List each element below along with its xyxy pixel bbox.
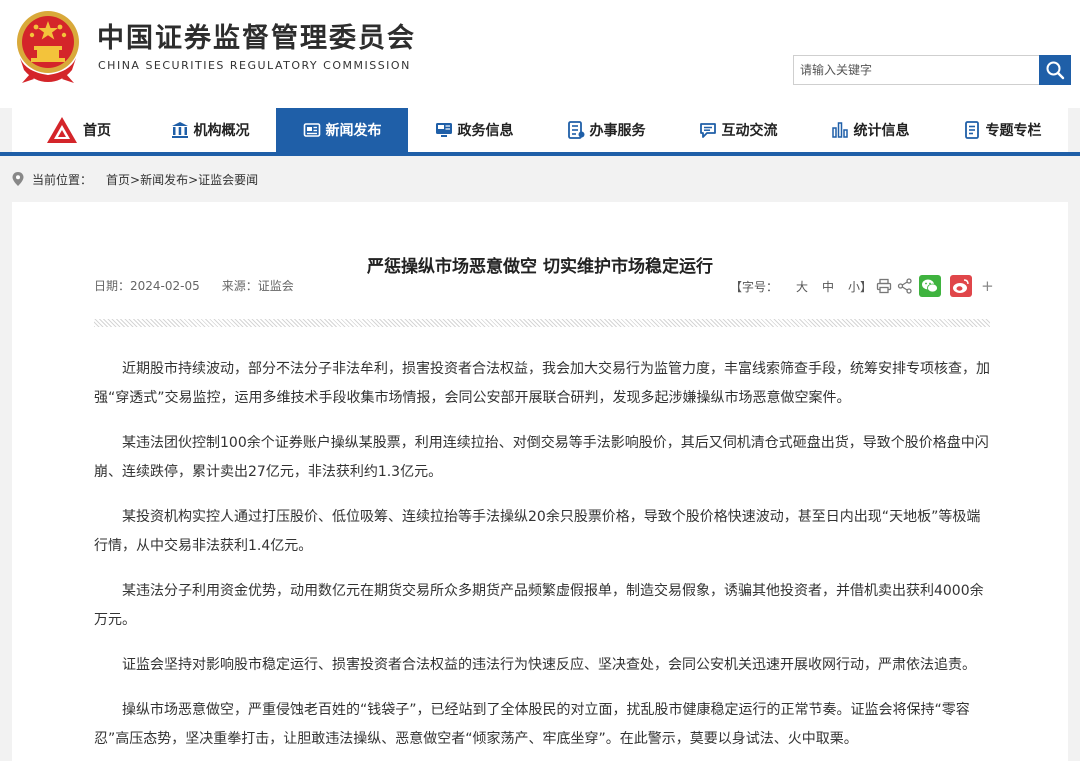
font-medium-button[interactable]: 中 xyxy=(822,278,834,295)
article-paragraph: 某违法分子利用资金优势，动用数亿元在期货交易所众多期货产品频繁虚假报单，制造交易… xyxy=(94,583,984,628)
breadcrumb-trail[interactable]: 首页>新闻发布>证监会要闻 xyxy=(106,171,258,188)
nav-item-statistics[interactable]: 统计信息 xyxy=(804,108,936,152)
nav-item-home[interactable]: 首页 xyxy=(12,108,144,152)
notebook-icon xyxy=(964,121,979,139)
csrc-logo-icon xyxy=(47,117,77,143)
search-input[interactable] xyxy=(793,55,1039,85)
nav-label-about: 机构概况 xyxy=(193,123,250,139)
search-button[interactable] xyxy=(1039,55,1071,85)
nav-label-home: 首页 xyxy=(83,123,111,139)
article-paragraph: 某违法团伙控制100余个证券账户操纵某股票，利用连续拉抬、对倒交易等手法影响股价… xyxy=(94,435,989,480)
font-large-button[interactable]: 大 xyxy=(796,278,808,295)
search-icon xyxy=(1046,61,1065,80)
nav-label-news: 新闻发布 xyxy=(325,123,382,139)
print-icon[interactable] xyxy=(876,278,892,294)
nav-label-interaction: 互动交流 xyxy=(721,123,778,139)
article-card: 严惩操纵市场恶意做空 切实维护市场稳定运行 日期：2024-02-05 来源：证… xyxy=(12,202,1068,761)
font-small-button[interactable]: 小】 xyxy=(848,278,872,295)
breadcrumb: 当前位置： 首页>新闻发布>证监会要闻 xyxy=(12,170,258,188)
title-divider xyxy=(94,319,990,327)
site-name-en: CHINA SECURITIES REGULATORY COMMISSION xyxy=(98,59,411,72)
location-pin-icon xyxy=(12,172,24,186)
wechat-icon[interactable] xyxy=(919,275,942,297)
article-paragraph: 近期股市持续波动，部分不法分子非法牟利，损害投资者合法权益，我会加大交易行为监管… xyxy=(94,361,990,406)
weibo-icon[interactable] xyxy=(950,275,973,297)
nav-item-news[interactable]: 新闻发布 xyxy=(276,108,408,152)
nav-label-topics: 专题专栏 xyxy=(985,123,1042,139)
search-box xyxy=(793,55,1071,85)
share-icon[interactable] xyxy=(897,278,913,294)
article-paragraph: 证监会坚持对影响股市稳定运行、损害投资者合法权益的违法行为快速反应、坚决查处，会… xyxy=(122,657,976,673)
document-list-icon xyxy=(567,121,584,139)
site-header: 中国证券监督管理委员会 CHINA SECURITIES REGULATORY … xyxy=(0,0,1080,108)
article-meta: 日期：2024-02-05 来源：证监会 xyxy=(94,277,294,294)
nav-item-topics[interactable]: 专题专栏 xyxy=(936,108,1068,152)
site-name-cn: 中国证券监督管理委员会 xyxy=(97,23,416,54)
article-date: 日期：2024-02-05 xyxy=(94,279,200,293)
national-emblem-icon xyxy=(17,11,79,83)
bar-chart-icon xyxy=(831,122,848,138)
article-body: 近期股市持续波动，部分不法分子非法牟利，损害投资者合法权益，我会加大交易行为监管… xyxy=(94,355,992,761)
nav-item-gov-info[interactable]: 政务信息 xyxy=(408,108,540,152)
nav-item-interaction[interactable]: 互动交流 xyxy=(672,108,804,152)
nav-label-services: 办事服务 xyxy=(589,123,646,139)
more-share-icon[interactable]: + xyxy=(981,277,994,295)
building-icon xyxy=(171,122,188,138)
article-source: 来源：证监会 xyxy=(221,279,294,293)
article-paragraph: 某投资机构实控人通过打压股价、低位吸筹、连续拉抬等手法操纵20余只股票价格，导致… xyxy=(94,509,981,554)
main-nav: 首页 机构概况 新闻发布 政务信息 办事服务 互动交流 统计信息 专题专栏 xyxy=(12,108,1068,156)
newspaper-icon xyxy=(303,123,320,137)
monitor-icon xyxy=(435,123,452,137)
chat-icon xyxy=(699,123,716,138)
nav-label-statistics: 统计信息 xyxy=(853,123,910,139)
nav-item-about[interactable]: 机构概况 xyxy=(144,108,276,152)
breadcrumb-label: 当前位置： xyxy=(32,172,93,187)
font-size-label: 【字号： xyxy=(730,279,779,294)
article-paragraph: 操纵市场恶意做空，严重侵蚀老百姓的“钱袋子”，已经站到了全体股民的对立面，扰乱股… xyxy=(94,702,970,747)
nav-label-gov-info: 政务信息 xyxy=(457,123,514,139)
nav-item-services[interactable]: 办事服务 xyxy=(540,108,672,152)
article-tools: 【字号： 大 中 小】 + xyxy=(730,274,994,298)
